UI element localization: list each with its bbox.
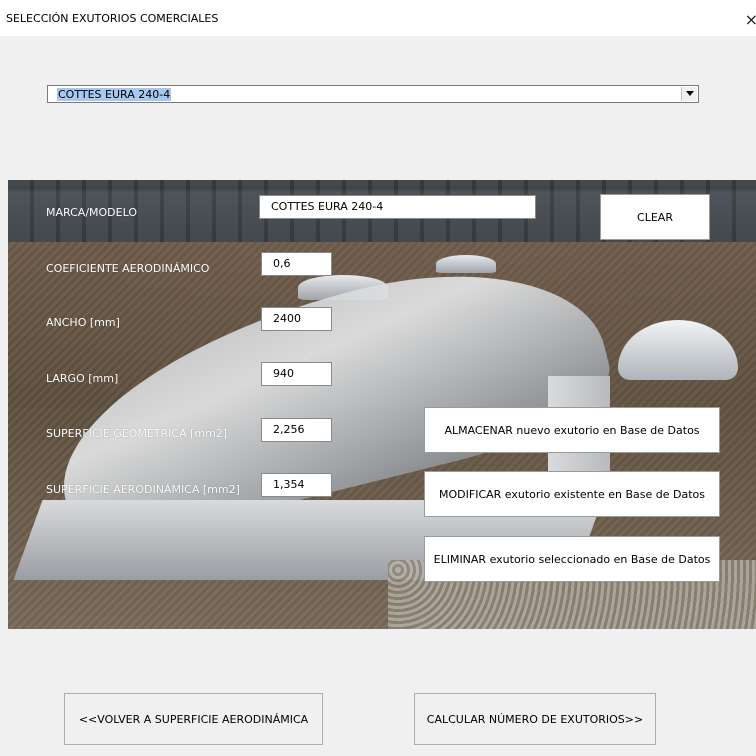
largo-field[interactable]: 940 (261, 362, 332, 386)
sup-aero-field[interactable]: 1,354 (261, 473, 332, 497)
sup-geo-field[interactable]: 2,256 (261, 418, 332, 442)
ancho-field[interactable]: 2400 (261, 307, 332, 331)
marca-label: MARCA/MODELO (46, 206, 137, 219)
delete-button[interactable]: ELIMINAR exutorio seleccionado en Base d… (424, 536, 720, 582)
store-button[interactable]: ALMACENAR nuevo exutorio en Base de Dato… (424, 407, 720, 453)
model-select[interactable]: COTTES EURA 240-4 (47, 85, 699, 103)
chevron-down-icon[interactable] (681, 87, 697, 101)
largo-label: LARGO [mm] (46, 372, 119, 385)
coef-label: COEFICIENTE AERODINÁMICO (46, 262, 210, 275)
title-bar: SELECCIÓN EXUTORIOS COMERCIALES × (0, 0, 756, 36)
sup-aero-label: SUPERFICIE AERODINÁMICA [mm2] (46, 483, 240, 496)
model-select-value: COTTES EURA 240-4 (57, 88, 172, 101)
back-button[interactable]: <<VOLVER A SUPERFICIE AERODINÁMICA (64, 693, 323, 745)
close-icon[interactable]: × (745, 10, 756, 29)
calculate-button[interactable]: CALCULAR NÚMERO DE EXUTORIOS>> (414, 693, 656, 745)
ancho-label: ANCHO [mm] (46, 316, 120, 329)
window-title: SELECCIÓN EXUTORIOS COMERCIALES (6, 12, 219, 25)
coef-field[interactable]: 0,6 (261, 252, 332, 276)
modify-button[interactable]: MODIFICAR exutorio existente en Base de … (424, 471, 720, 517)
clear-button[interactable]: CLEAR (600, 194, 710, 240)
marca-field[interactable]: COTTES EURA 240-4 (259, 195, 536, 219)
sup-geo-label: SUPERFICIE GEOMÉTRICA [mm2] (46, 427, 228, 440)
